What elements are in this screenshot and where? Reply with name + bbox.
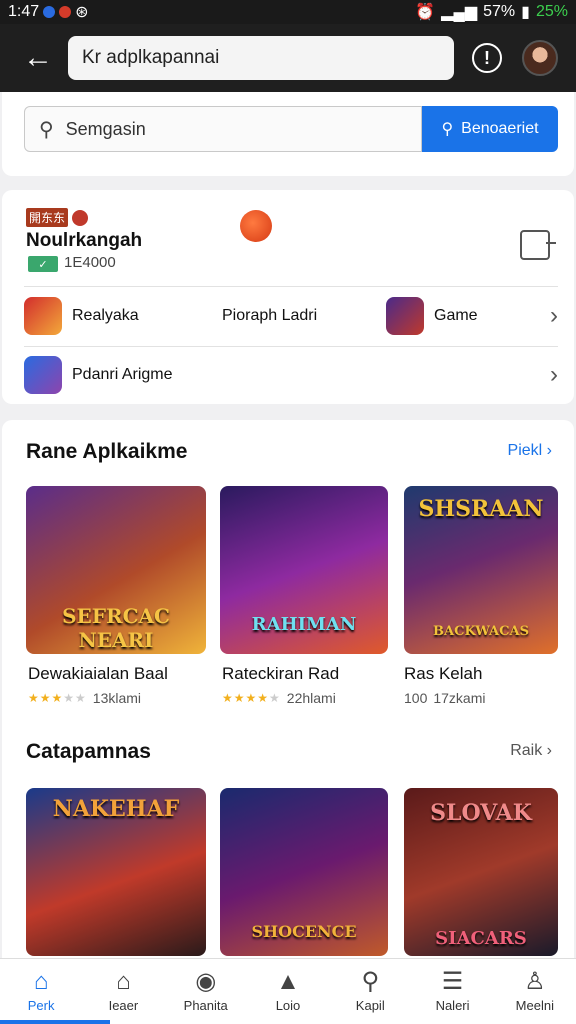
nav-label: Perk (27, 998, 55, 1013)
row-label: Pdanri Arigme (72, 366, 173, 383)
game-count: 13klami (92, 690, 142, 706)
section-title: Rane Aplkaikme (26, 440, 188, 463)
nav-label: Loio (275, 998, 301, 1013)
row-label: Pioraph Ladri (222, 307, 318, 324)
game-artwork[interactable]: SHSRAAN BACKWACAS (404, 486, 558, 654)
more-label: Raik (510, 742, 543, 759)
art-title: NAKEHAF (52, 796, 180, 822)
signal-icon: ▂▄▆ (441, 4, 478, 21)
avatar[interactable] (522, 40, 558, 76)
chevron-right-icon[interactable]: › (550, 361, 558, 389)
logo-icon (72, 209, 89, 226)
art-title: RAHIMAN (251, 614, 357, 635)
share-icon[interactable] (520, 230, 556, 260)
notification-icon (59, 6, 72, 18)
chevron-right-icon[interactable]: › (550, 302, 558, 330)
nav-item-person[interactable]: ◉ Phanita (165, 959, 247, 1024)
game-name[interactable]: Dewakiaialan Baal (28, 664, 168, 684)
battery-percent: 57% (483, 3, 516, 20)
game-count: 22hlami (286, 690, 336, 706)
game-thumbnail (386, 297, 424, 335)
game-artwork[interactable]: RAHIMAN (220, 486, 388, 654)
alarm-icon: ⏰ (415, 4, 436, 21)
rating-stars-icon: ★★★★★ (28, 691, 87, 705)
nav-item-search[interactable]: ⚲ Kapil (329, 959, 411, 1024)
game-artwork[interactable]: NAKEHAF (26, 788, 206, 956)
content-card: Rane Aplkaikme Piekl › SEFRCAC NEARI Dew… (2, 420, 574, 960)
art-title: SHSRAAN (418, 496, 544, 522)
developer-card: 開东东 Noulrkangah ✓ 1E4000 Realyaka Piorap… (2, 190, 574, 404)
nav-label: Naleri (435, 998, 470, 1013)
emoji-icon (240, 210, 272, 242)
game-meta: 100 17zkami (404, 690, 486, 706)
section-title: Catapamnas (26, 740, 151, 763)
battery-icon: ▮ (521, 4, 530, 21)
game-name[interactable]: Ras Kelah (404, 664, 482, 684)
logo-text: 開东东 (26, 208, 69, 227)
game-thumbnail (24, 356, 62, 394)
game-count: 17zkami (433, 690, 486, 706)
search-icon: ⚲ (441, 121, 454, 138)
nav-item-home[interactable]: ⌂ Perk (0, 959, 82, 1024)
bottom-nav: ⌂ Perk ⌂ Ieaer ◉ Phanita ▲ Loio ⚲ Kapil … (0, 958, 576, 1024)
developer-count: 1E4000 (64, 254, 116, 271)
nav-item-account[interactable]: ♙ Meelni (494, 959, 576, 1024)
verified-badge-icon: ✓ (28, 256, 58, 272)
art-title: SHOCENCE (251, 922, 357, 941)
nav-item-apps[interactable]: ⌂ Ieaer (82, 959, 164, 1024)
art-subtitle: BACKWACAS (433, 624, 529, 639)
art-title: SLOVAK (430, 800, 532, 826)
status-bar: 1:47 ⊛ ⏰ ▂▄▆ 57% ▮ 25% (0, 0, 576, 24)
section-more-link[interactable]: Raik › (510, 742, 552, 760)
search-button[interactable]: ⚲ Benoaeriet (422, 106, 558, 152)
nav-label: Ieaer (108, 998, 139, 1013)
row-label: Realyaka (72, 307, 139, 324)
app-bar: ← Kr adplkapannai ! (0, 24, 576, 92)
app-search-field[interactable]: Kr adplkapannai (68, 36, 454, 80)
active-nav-indicator (0, 1020, 110, 1024)
section-more-link[interactable]: Piekl › (508, 442, 552, 460)
game-artwork[interactable]: SLOVAK SIACARS (404, 788, 558, 956)
back-arrow-icon[interactable]: ← (16, 36, 60, 80)
search-icon: ⚲ (39, 118, 54, 141)
developer-name: Noulrkangah (26, 230, 143, 251)
search-placeholder: Semgasin (65, 118, 146, 139)
list-icon: ☰ (441, 968, 464, 995)
nav-label: Phanita (183, 998, 228, 1013)
search-input[interactable]: ⚲ Semgasin (24, 106, 422, 152)
game-artwork[interactable]: SEFRCAC NEARI (26, 486, 206, 654)
battery-text: 25% (535, 3, 568, 20)
game-name[interactable]: Rateckiran Rad (222, 664, 339, 684)
upload-icon: ▲ (276, 968, 300, 995)
person-icon: ◉ (195, 968, 217, 995)
game-artwork[interactable]: SHOCENCE (220, 788, 388, 956)
game-meta: ★★★★★ 22hlami (222, 690, 336, 706)
status-time: 1:47 (8, 3, 40, 20)
search-card: ⚲ Semgasin ⚲ Benoaeriet (2, 92, 574, 176)
search-icon: ⚲ (361, 968, 380, 995)
row-label: Game (434, 307, 478, 324)
category-row[interactable]: Pdanri Arigme › (24, 347, 558, 403)
game-thumbnail (24, 297, 62, 335)
art-subtitle: SIACARS (435, 928, 527, 949)
info-icon[interactable]: ! (472, 43, 502, 73)
art-title: SEFRCAC NEARI (62, 604, 170, 652)
divider (24, 286, 558, 287)
brand-logo: 開东东 (26, 208, 89, 227)
account-icon: ♙ (524, 968, 546, 995)
home-icon: ⌂ (33, 968, 49, 995)
app-notification-icon: ⊛ (75, 4, 89, 21)
rating-stars-icon: ★★★★★ (222, 691, 281, 705)
game-meta: ★★★★★ 13klami (28, 690, 141, 706)
category-row[interactable]: Realyaka Pioraph Ladri Game › (24, 288, 558, 344)
nav-label: Kapil (355, 998, 385, 1013)
more-label: Piekl (507, 442, 543, 459)
nav-item-upload[interactable]: ▲ Loio (247, 959, 329, 1024)
apps-icon: ⌂ (116, 968, 131, 995)
game-count: 100 (404, 690, 428, 706)
nav-item-list[interactable]: ☰ Naleri (411, 959, 493, 1024)
notification-icon (43, 6, 56, 18)
nav-label: Meelni (515, 998, 554, 1013)
search-button-label: Benoaeriet (461, 120, 539, 137)
